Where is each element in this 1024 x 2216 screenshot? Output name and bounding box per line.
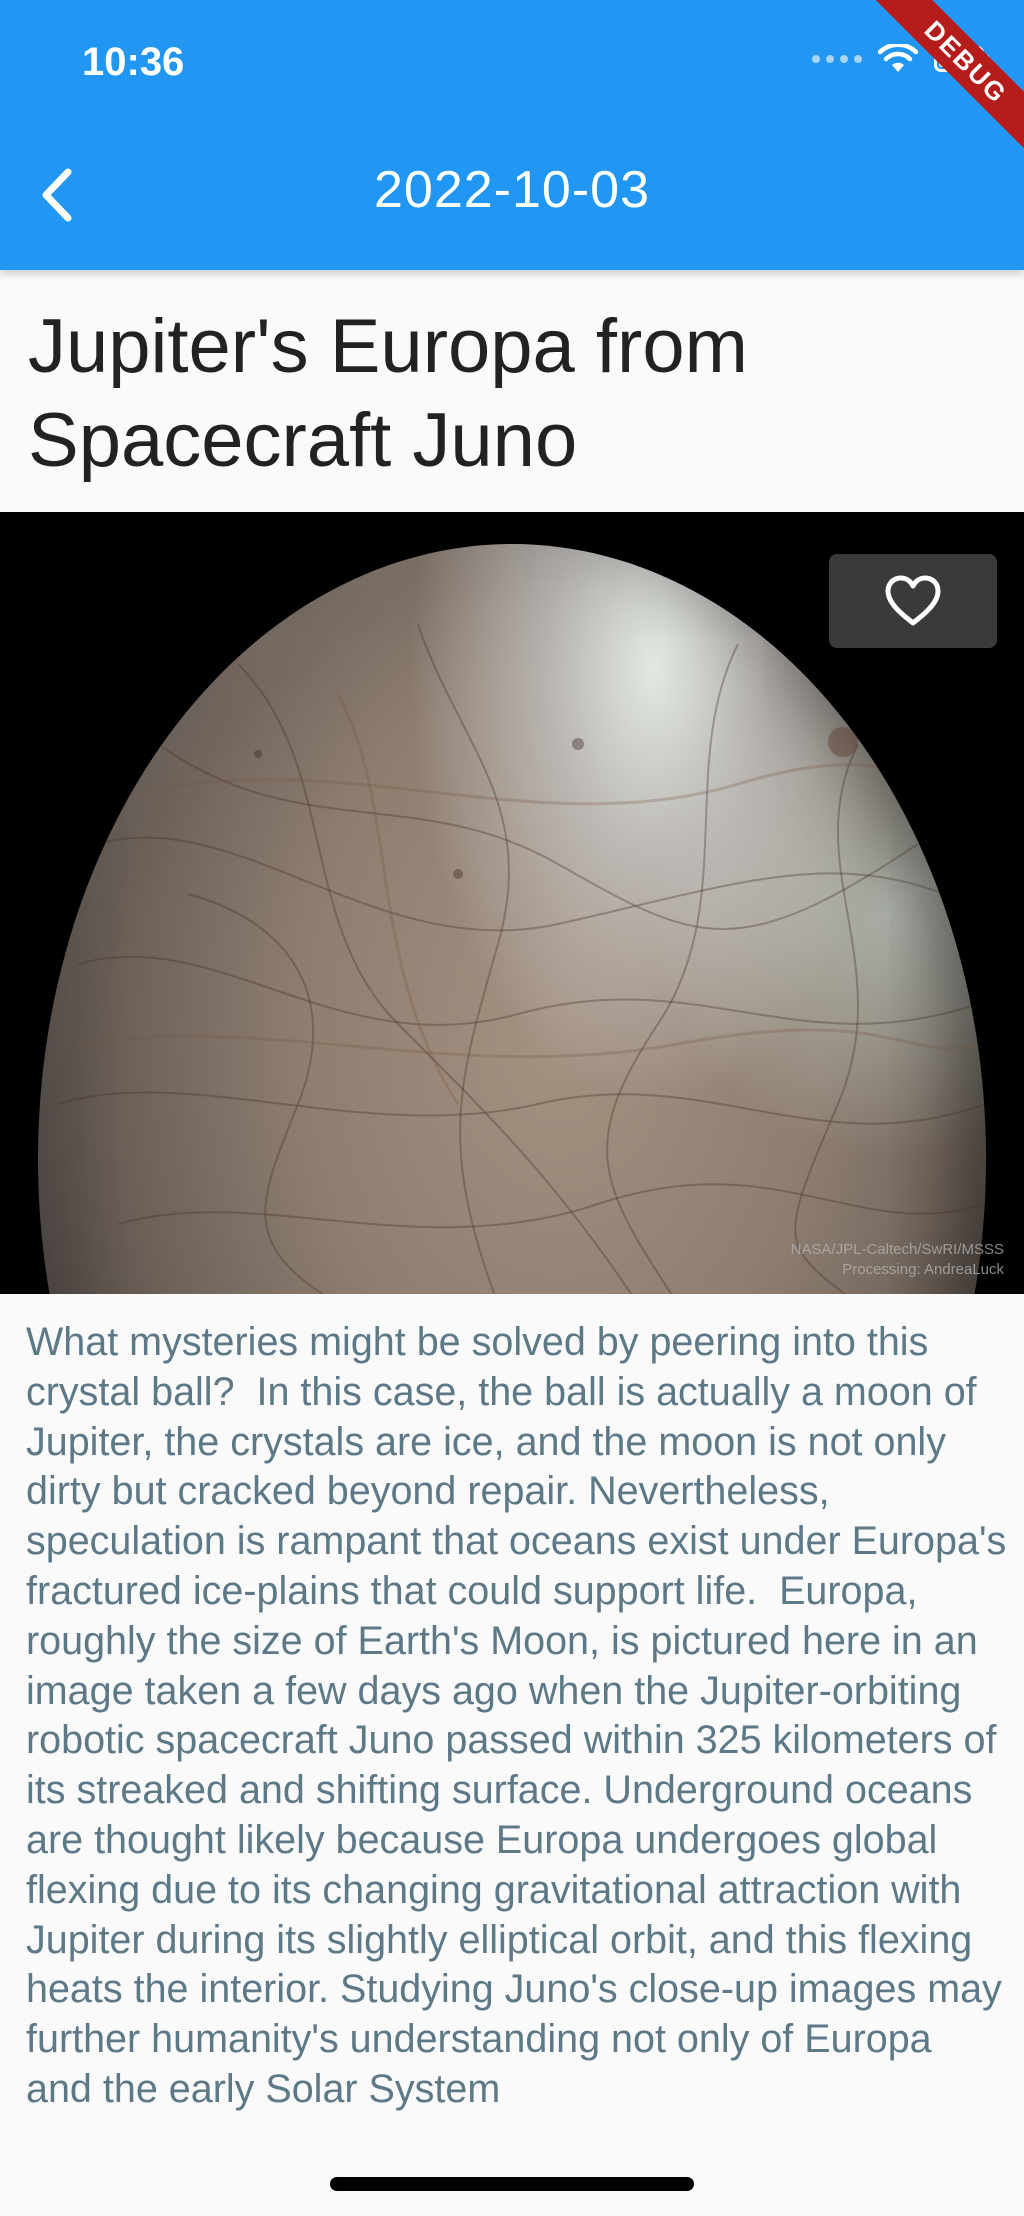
page-title: 2022-10-03 bbox=[374, 161, 650, 219]
image-credit-line-2: Processing: AndreaLuck bbox=[842, 1261, 1004, 1278]
home-indicator[interactable] bbox=[330, 2177, 694, 2191]
image-credit-line-1: NASA/JPL-Caltech/SwRI/MSSS bbox=[790, 1241, 1004, 1258]
cellular-signal-icon bbox=[812, 55, 862, 63]
apod-image[interactable]: NASA/JPL-Caltech/SwRI/MSSS Processing: A… bbox=[0, 512, 1024, 1294]
apod-title: Jupiter's Europa from Spacecraft Juno bbox=[28, 304, 748, 483]
moon-surface-texture bbox=[38, 544, 986, 1294]
app-header: 10:36 2022-10-03 bbox=[0, 0, 1024, 270]
wifi-icon bbox=[878, 44, 918, 74]
heart-outline-icon bbox=[885, 575, 941, 626]
image-credit: NASA/JPL-Caltech/SwRI/MSSS Processing: A… bbox=[791, 1240, 1004, 1280]
apod-explanation: What mysteries might be solved by peerin… bbox=[26, 1320, 1018, 2111]
status-time: 10:36 bbox=[82, 40, 185, 84]
favorite-button[interactable] bbox=[829, 554, 997, 648]
